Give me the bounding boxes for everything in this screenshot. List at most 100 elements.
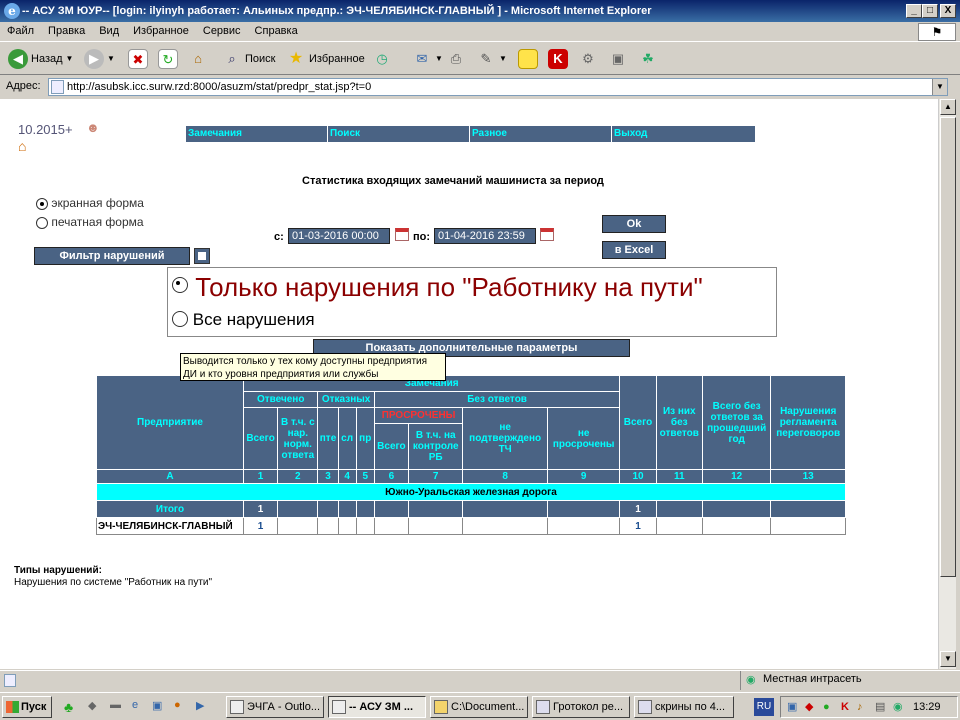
menu-tools[interactable]: Сервис xyxy=(196,22,248,40)
to-label: по: xyxy=(413,231,431,243)
ok-button[interactable]: Ok xyxy=(602,215,666,233)
address-input[interactable]: http://asubsk.icc.surw.rzd:8000/asuzm/st… xyxy=(48,78,948,96)
scroll-down-icon[interactable]: ▼ xyxy=(940,651,956,667)
header-overdue-total: Всего xyxy=(373,423,410,470)
nav-misc[interactable]: Разное xyxy=(470,126,612,142)
header-answered: Отвечено xyxy=(242,391,319,408)
task-outlook[interactable]: ЭЧГА - Outlo... xyxy=(226,696,324,718)
enterprise-label[interactable]: ЭЧ-ЧЕЛЯБИНСК-ГЛАВНЫЙ xyxy=(96,517,244,535)
radio-screen-form[interactable]: экранная форма xyxy=(36,196,144,210)
radio-all[interactable] xyxy=(172,311,188,327)
filter-button[interactable]: Фильтр нарушений xyxy=(34,247,190,265)
scroll-thumb[interactable] xyxy=(940,117,956,577)
back-button[interactable]: ◀ Назад ▼ xyxy=(8,48,73,70)
quicklaunch-icon-3[interactable]: ● xyxy=(174,699,181,711)
task-word-2[interactable]: скрины по 4... xyxy=(634,696,734,718)
media-icon[interactable]: ▶ xyxy=(196,699,204,712)
radio-screen[interactable] xyxy=(36,197,48,210)
kaspersky-button[interactable]: K xyxy=(548,48,568,70)
to-calendar-icon[interactable] xyxy=(540,228,554,241)
history-icon: ◷ xyxy=(376,51,388,66)
stop-button[interactable]: ✖ xyxy=(128,48,148,70)
dropdown-icon: ▼ xyxy=(499,54,507,63)
tree-icon[interactable]: ♣ xyxy=(64,699,73,715)
mail-icon: ✉ xyxy=(416,51,428,66)
tray-icon-4[interactable]: ♪ xyxy=(857,697,863,717)
nav-search[interactable]: Поиск xyxy=(328,126,470,142)
forward-button[interactable]: ▶ ▼ xyxy=(84,48,115,70)
enterprise-cell[interactable]: 1 xyxy=(619,517,657,535)
header-overdue-ctrl: В т.ч. на контроле РБ xyxy=(408,423,464,470)
header-answered-total: Всего xyxy=(242,407,279,470)
tray-icon-3[interactable]: ● xyxy=(823,697,830,717)
menu-help[interactable]: Справка xyxy=(248,22,305,40)
tray-icon-6[interactable]: ◉ xyxy=(893,697,903,717)
home-button[interactable]: ⌂ xyxy=(188,48,208,70)
home-icon[interactable]: ⌂ xyxy=(18,138,26,154)
address-label: Адрес: xyxy=(6,80,41,92)
menu-favorites[interactable]: Избранное xyxy=(126,22,196,40)
user-icon[interactable]: ☻ xyxy=(86,120,100,135)
history-button[interactable]: ◷ xyxy=(372,48,392,70)
vertical-scrollbar[interactable]: ▲ ▼ xyxy=(938,99,956,669)
desktop-icon[interactable]: ▣ xyxy=(152,699,162,712)
note-icon xyxy=(518,49,538,69)
enterprise-cell xyxy=(337,517,357,535)
forward-arrow-icon: ▶ xyxy=(84,49,104,69)
from-calendar-icon[interactable] xyxy=(395,228,409,241)
tray-icon-5[interactable]: ▤ xyxy=(875,697,885,717)
search-button[interactable]: ⌕ Поиск xyxy=(222,48,275,70)
header-incl-norm: В т.ч. с нар. норм. ответа xyxy=(277,407,319,470)
menu-view[interactable]: Вид xyxy=(92,22,126,40)
task-ie[interactable]: -- АСУ ЗМ ... xyxy=(328,696,426,718)
close-button[interactable]: X xyxy=(940,4,956,18)
edit-button[interactable]: ✎ ▼ xyxy=(476,48,507,70)
refresh-button[interactable]: ↻ xyxy=(158,48,178,70)
tray-icon-2[interactable]: ◆ xyxy=(805,697,813,717)
start-button[interactable]: Пуск xyxy=(2,696,52,718)
task-folder[interactable]: C:\Document... xyxy=(430,696,528,718)
tool-button-2[interactable]: ▣ xyxy=(608,48,628,70)
language-indicator[interactable]: RU xyxy=(754,698,774,716)
quicklaunch-icon-1[interactable]: ◆ xyxy=(88,699,96,712)
filter-checkbox[interactable] xyxy=(194,248,210,264)
radio-print-form[interactable]: печатная форма xyxy=(36,215,144,229)
maximize-button[interactable]: □ xyxy=(922,4,938,18)
quicklaunch-icon-2[interactable]: ▬ xyxy=(110,699,121,711)
address-dropdown-icon[interactable]: ▼ xyxy=(932,79,947,95)
radio-worker[interactable] xyxy=(172,277,188,293)
from-date-input[interactable]: 01-03-2016 00:00 xyxy=(288,228,390,244)
types-title: Типы нарушений: xyxy=(14,565,102,576)
print-button[interactable]: ⎙ xyxy=(446,48,466,70)
tool-button-1[interactable]: ⚙ xyxy=(578,48,598,70)
enterprise-cell xyxy=(408,517,464,535)
nav-exit[interactable]: Выход xyxy=(612,126,756,142)
col-num: 8 xyxy=(462,469,548,484)
note-button[interactable] xyxy=(518,48,538,70)
kaspersky-tray-icon[interactable]: K xyxy=(841,697,849,717)
enterprise-cell[interactable]: 1 xyxy=(242,517,279,535)
scroll-up-icon[interactable]: ▲ xyxy=(940,99,956,115)
print-icon: ⎙ xyxy=(450,51,462,66)
stats-table: Предприятие Замечания Всего Из них без о… xyxy=(96,375,846,535)
favorites-button[interactable]: ★ Избранное xyxy=(286,48,365,70)
radio-print[interactable] xyxy=(36,216,48,229)
tray-icon-1[interactable]: ▣ xyxy=(787,697,797,717)
enterprise-row: ЭЧ-ЧЕЛЯБИНСК-ГЛАВНЫЙ 1 1 xyxy=(96,517,846,535)
mail-button[interactable]: ✉ ▼ xyxy=(412,48,443,70)
col-num: А xyxy=(96,469,244,484)
excel-button[interactable]: в Excel xyxy=(602,241,666,259)
messenger-button[interactable]: ☘ xyxy=(638,48,658,70)
option-worker-row[interactable]: Только нарушения по "Работнику на пути" xyxy=(172,272,703,303)
to-date-input[interactable]: 01-04-2016 23:59 xyxy=(434,228,536,244)
menu-file[interactable]: Файл xyxy=(0,22,41,40)
option-all-row[interactable]: Все нарушения xyxy=(172,310,315,330)
total-label[interactable]: Итого xyxy=(96,500,244,518)
task-word-1[interactable]: Гротокол ре... xyxy=(532,696,630,718)
nav-remarks[interactable]: Замечания xyxy=(186,126,328,142)
ie-quicklaunch-icon[interactable]: e xyxy=(132,699,138,711)
menu-edit[interactable]: Правка xyxy=(41,22,92,40)
clock[interactable]: 13:29 xyxy=(913,697,941,717)
column-numbers-row: А 1 2 3 4 5 6 7 8 9 10 11 12 13 xyxy=(96,469,846,484)
minimize-button[interactable]: _ xyxy=(906,4,922,18)
